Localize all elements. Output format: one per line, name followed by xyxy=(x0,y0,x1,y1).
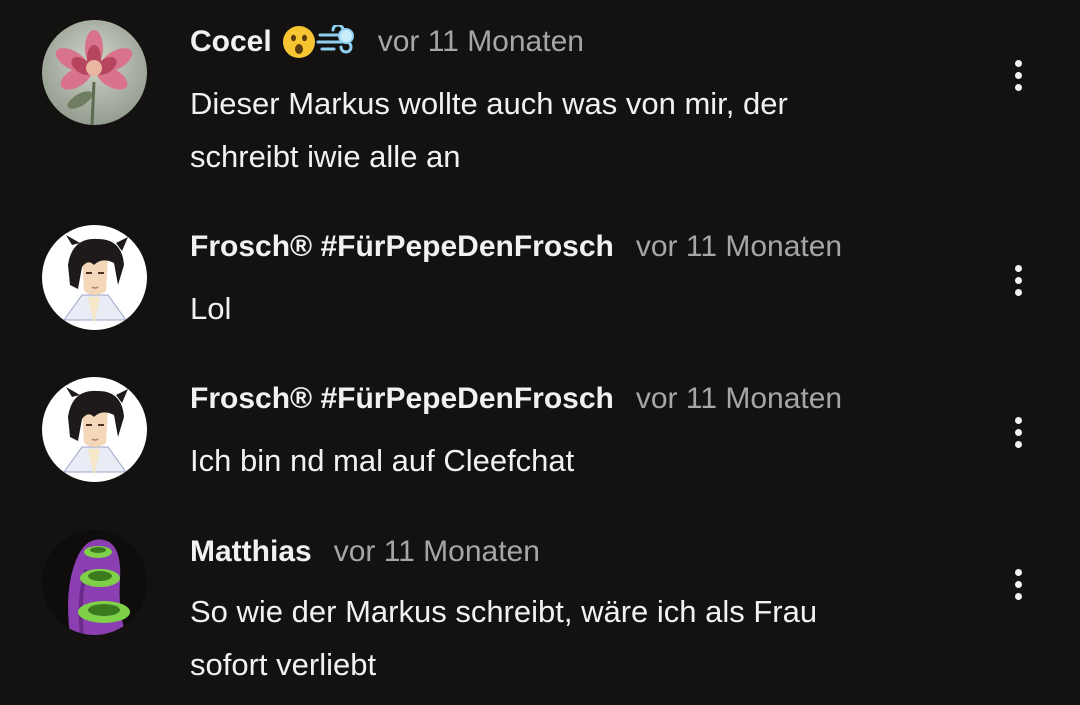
kebab-dot-icon xyxy=(1014,83,1022,91)
comment-author[interactable]: Frosch® #FürPepeDenFrosch xyxy=(190,382,614,416)
kebab-dot-icon xyxy=(1014,440,1022,448)
avatar[interactable] xyxy=(42,377,147,482)
comment-text: So wie der Markus schreibt, wäre ich als… xyxy=(190,594,818,682)
avatar[interactable] xyxy=(42,225,147,330)
comment-timestamp: vor 11 Monaten xyxy=(333,535,540,568)
anime-character-avatar-icon xyxy=(42,225,147,330)
more-options-button[interactable] xyxy=(1003,564,1033,604)
comment-timestamp: vor 11 Monaten xyxy=(635,382,843,415)
kebab-dot-icon xyxy=(1014,276,1022,284)
purple-tentacle-avatar-icon xyxy=(42,530,147,635)
comment-author[interactable]: Matthias xyxy=(190,535,312,569)
more-options-button[interactable] xyxy=(1003,55,1033,95)
kebab-dot-icon xyxy=(1014,592,1022,600)
kebab-dot-icon xyxy=(1014,568,1022,576)
comment-author[interactable]: Frosch® #FürPepeDenFrosch xyxy=(190,230,614,264)
kebab-dot-icon xyxy=(1014,428,1022,436)
dashing-away-icon xyxy=(316,25,354,54)
comment-text: Dieser Markus wollte auch was von mir, d… xyxy=(190,86,788,174)
comment-timestamp: vor 11 Monaten xyxy=(635,230,843,263)
kebab-dot-icon xyxy=(1014,59,1022,67)
astonished-face-icon xyxy=(282,26,315,58)
avatar[interactable] xyxy=(42,20,147,125)
kebab-dot-icon xyxy=(1014,71,1022,79)
kebab-dot-icon xyxy=(1014,416,1022,424)
comment-text: Lol xyxy=(190,291,232,326)
anime-character-avatar-icon xyxy=(42,377,147,482)
more-options-button[interactable] xyxy=(1003,260,1033,300)
comment-author[interactable]: Cocel xyxy=(190,25,272,59)
more-options-button[interactable] xyxy=(1003,412,1033,452)
kebab-dot-icon xyxy=(1014,264,1022,272)
kebab-dot-icon xyxy=(1014,288,1022,296)
avatar[interactable] xyxy=(42,530,147,635)
comment-text: Ich bin nd mal auf Cleefchat xyxy=(190,443,575,478)
comment-timestamp: vor 11 Monaten xyxy=(377,25,584,58)
flower-avatar-icon xyxy=(42,20,147,125)
kebab-dot-icon xyxy=(1014,580,1022,588)
